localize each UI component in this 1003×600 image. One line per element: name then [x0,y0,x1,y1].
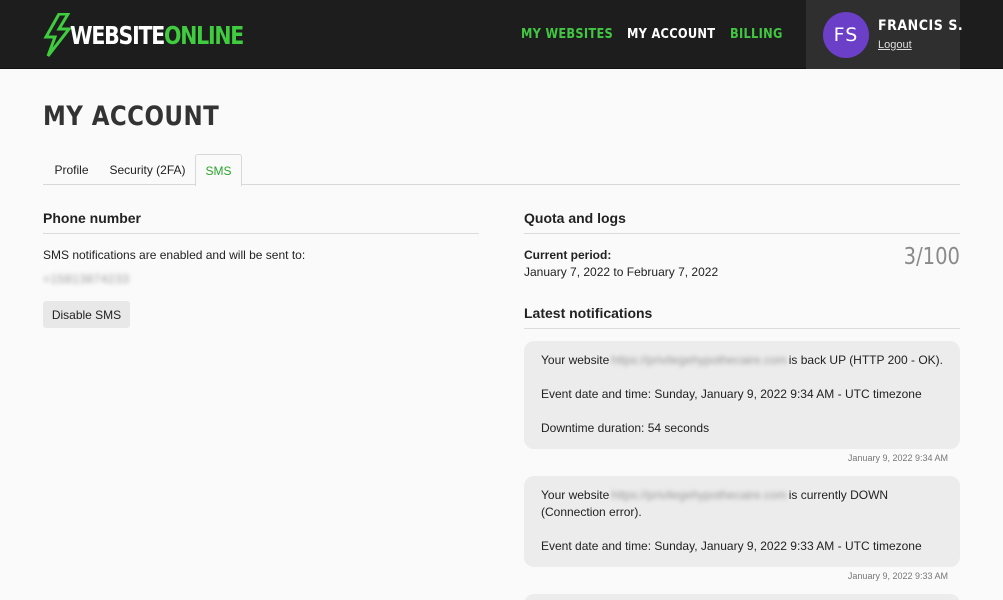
page-title: MY ACCOUNT [43,101,220,132]
nav-my-account[interactable]: MY ACCOUNT [627,27,715,42]
brand-name: WEBSITEONLINE [70,20,244,50]
notification-event-time: Event date and time: Sunday, January 9, … [541,387,922,401]
notification-url: https://privilegehypothecaire.com [611,353,787,367]
logout-link[interactable]: Logout [878,39,912,51]
lightning-bolt-icon [43,13,72,57]
quota-counter: 3/100 [903,244,960,270]
notification-downtime: Downtime duration: 54 seconds [541,421,710,435]
current-period-range: January 7, 2022 to February 7, 2022 [524,265,719,279]
tab-security-2fa[interactable]: Security (2FA) [100,154,195,185]
brand-name-part2: ONLINE [164,20,244,50]
top-navigation-bar: WEBSITEONLINE MY WEBSITES MY ACCOUNT BIL… [0,0,1003,69]
notification-card: Your website https://privilegehypothecair… [524,476,960,567]
phone-number-heading: Phone number [43,210,142,226]
nav-my-websites[interactable]: MY WEBSITES [521,27,613,42]
notification-url: https://privilegehypothecaire.com [611,488,787,502]
phone-number-value: +15813874233 [43,272,130,286]
tab-sms[interactable]: SMS [195,154,242,186]
notification-message: Your website https://privilegehypothecair… [541,487,946,521]
nav-billing[interactable]: BILLING [730,27,783,42]
notification-suffix: is back UP (HTTP 200 - OK). [788,353,943,367]
user-name: FRANCIS S. [878,18,964,34]
account-tabs: Profile Security (2FA) SMS [43,154,960,186]
notification-timestamp: January 9, 2022 9:34 AM [847,453,948,463]
notification-card [524,594,960,600]
tab-profile[interactable]: Profile [43,154,100,185]
avatar[interactable]: FS [823,12,869,58]
notification-card: Your website https://privilegehypothecair… [524,341,960,449]
user-menu: FS FRANCIS S. Logout [806,0,964,69]
latest-notifications-heading: Latest notifications [524,305,653,321]
notification-event-time: Event date and time: Sunday, January 9, … [541,539,922,553]
quota-heading: Quota and logs [524,210,626,226]
divider [43,233,479,234]
sms-status-text: SMS notifications are enabled and will b… [43,248,306,262]
notification-message: Your website https://privilegehypothecair… [541,352,946,369]
divider [524,233,960,234]
brand-name-part1: WEBSITE [70,20,165,50]
disable-sms-button[interactable]: Disable SMS [43,301,130,328]
notification-timestamp: January 9, 2022 9:33 AM [847,571,948,581]
divider [524,328,960,329]
notification-prefix: Your website [541,488,610,502]
brand-logo[interactable]: WEBSITEONLINE [42,13,281,57]
notification-prefix: Your website [541,353,610,367]
current-period-label: Current period: [524,248,612,262]
